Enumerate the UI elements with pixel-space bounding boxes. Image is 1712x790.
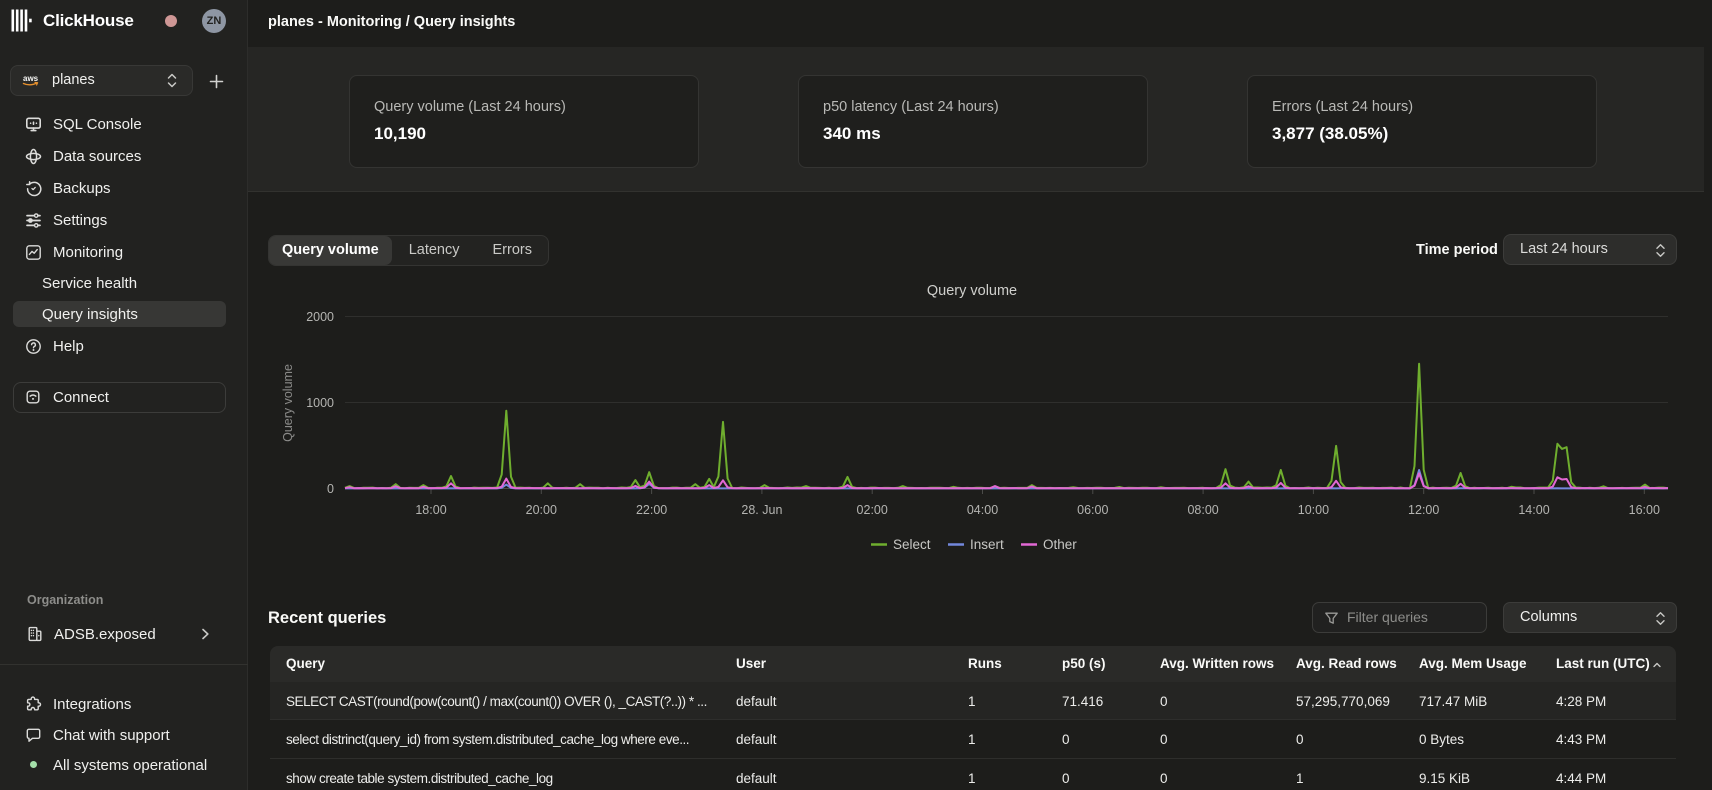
svg-text:10:00: 10:00 (1298, 503, 1329, 517)
svg-text:Query volume: Query volume (281, 364, 295, 442)
svg-text:0: 0 (327, 482, 334, 496)
svg-text:2000: 2000 (306, 310, 334, 324)
svg-text:04:00: 04:00 (967, 503, 998, 517)
svg-text:Select: Select (893, 537, 931, 552)
svg-text:20:00: 20:00 (526, 503, 557, 517)
svg-text:Insert: Insert (970, 537, 1004, 552)
svg-text:08:00: 08:00 (1187, 503, 1218, 517)
svg-text:06:00: 06:00 (1077, 503, 1108, 517)
svg-text:Query volume: Query volume (927, 283, 1017, 299)
svg-text:12:00: 12:00 (1408, 503, 1439, 517)
svg-text:16:00: 16:00 (1629, 503, 1660, 517)
svg-text:aws: aws (23, 74, 39, 83)
svg-text:28. Jun: 28. Jun (741, 503, 782, 517)
svg-text:1000: 1000 (306, 396, 334, 410)
svg-text:22:00: 22:00 (636, 503, 667, 517)
svg-text:14:00: 14:00 (1518, 503, 1549, 517)
svg-text:Other: Other (1043, 537, 1077, 552)
svg-text:02:00: 02:00 (857, 503, 888, 517)
svg-text:18:00: 18:00 (415, 503, 446, 517)
